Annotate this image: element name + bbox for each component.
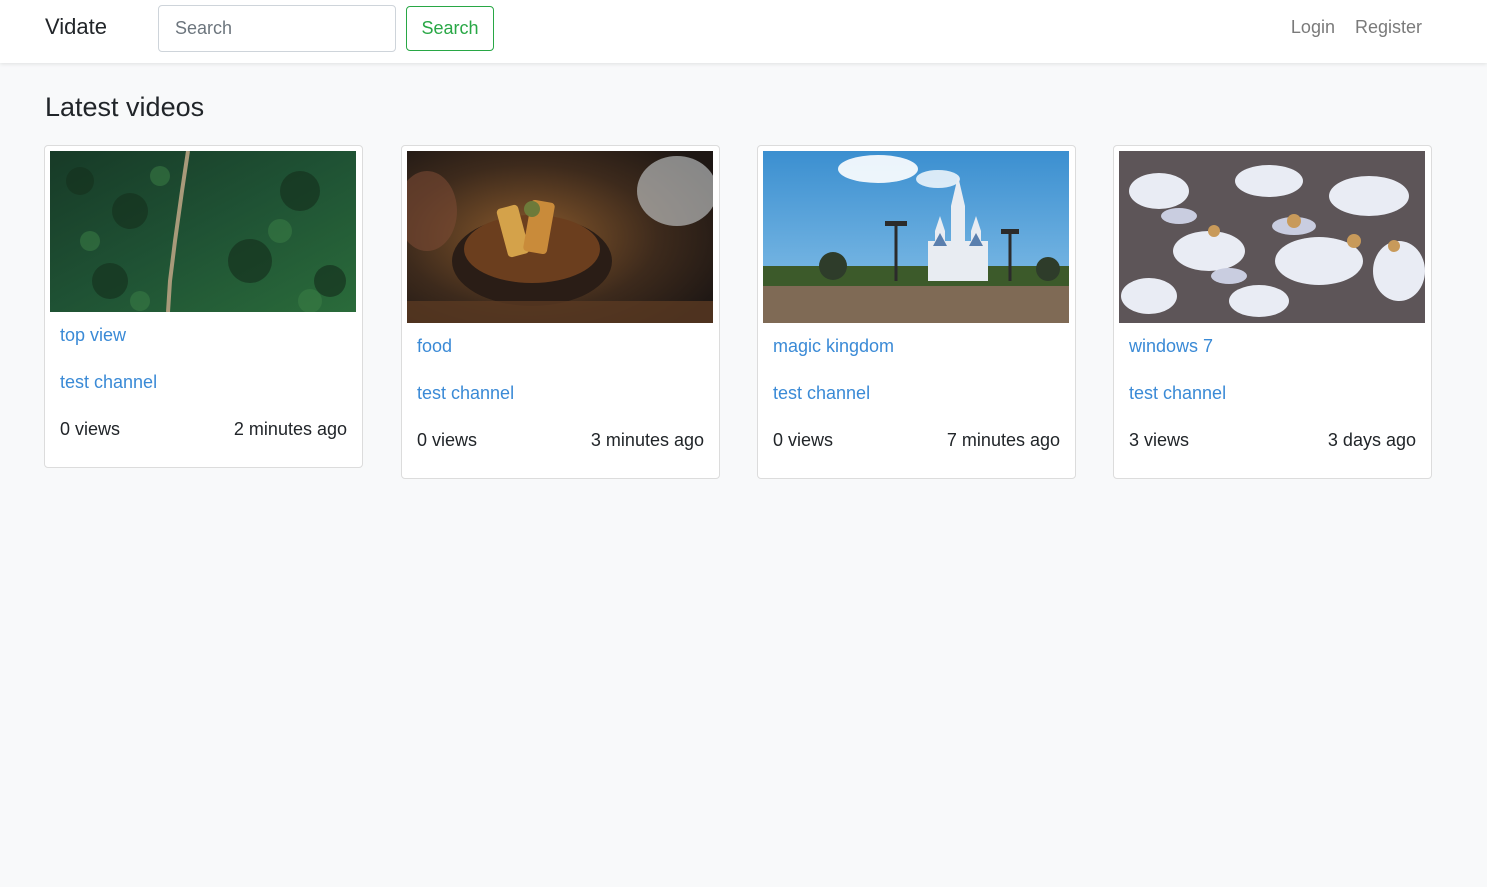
page-title: Latest videos (45, 92, 205, 122)
video-title-link[interactable]: food (417, 336, 704, 357)
upload-time: 7 minutes ago (946, 430, 1060, 450)
video-meta: 0 views 3 minutes ago (417, 430, 704, 451)
channel-link[interactable]: test channel (417, 383, 704, 404)
login-link[interactable]: Login (1291, 17, 1335, 38)
upload-time: 3 days ago (1327, 430, 1416, 450)
video-thumbnail-birds[interactable] (1119, 151, 1425, 323)
brand-logo[interactable]: Vidate (45, 14, 107, 40)
channel-link[interactable]: test channel (1129, 383, 1416, 404)
video-meta: 0 views 2 minutes ago (60, 419, 347, 440)
search-input[interactable] (158, 5, 396, 52)
video-title-link[interactable]: top view (60, 325, 347, 346)
video-meta: 3 views 3 days ago (1129, 430, 1416, 451)
register-link[interactable]: Register (1355, 17, 1422, 38)
video-card: food test channel 0 views 3 minutes ago (401, 145, 720, 479)
video-thumbnail-forest[interactable] (50, 151, 356, 312)
channel-link[interactable]: test channel (773, 383, 1060, 404)
auth-links: Login Register (1291, 17, 1422, 38)
video-meta: 0 views 7 minutes ago (773, 430, 1060, 451)
view-count: 0 views (773, 430, 834, 450)
upload-time: 2 minutes ago (233, 419, 347, 439)
video-card: windows 7 test channel 3 views 3 days ag… (1113, 145, 1432, 479)
view-count: 3 views (1129, 430, 1190, 450)
video-card: top view test channel 0 views 2 minutes … (44, 145, 363, 468)
video-card: magic kingdom test channel 0 views 7 min… (757, 145, 1076, 479)
view-count: 0 views (60, 419, 121, 439)
video-title-link[interactable]: windows 7 (1129, 336, 1416, 357)
upload-time: 3 minutes ago (590, 430, 704, 450)
view-count: 0 views (417, 430, 478, 450)
video-title-link[interactable]: magic kingdom (773, 336, 1060, 357)
video-thumbnail-castle[interactable] (763, 151, 1069, 323)
search-button[interactable]: Search (406, 6, 494, 51)
channel-link[interactable]: test channel (60, 372, 347, 393)
video-thumbnail-food[interactable] (407, 151, 713, 323)
navbar: Vidate Search Login Register (0, 0, 1487, 63)
